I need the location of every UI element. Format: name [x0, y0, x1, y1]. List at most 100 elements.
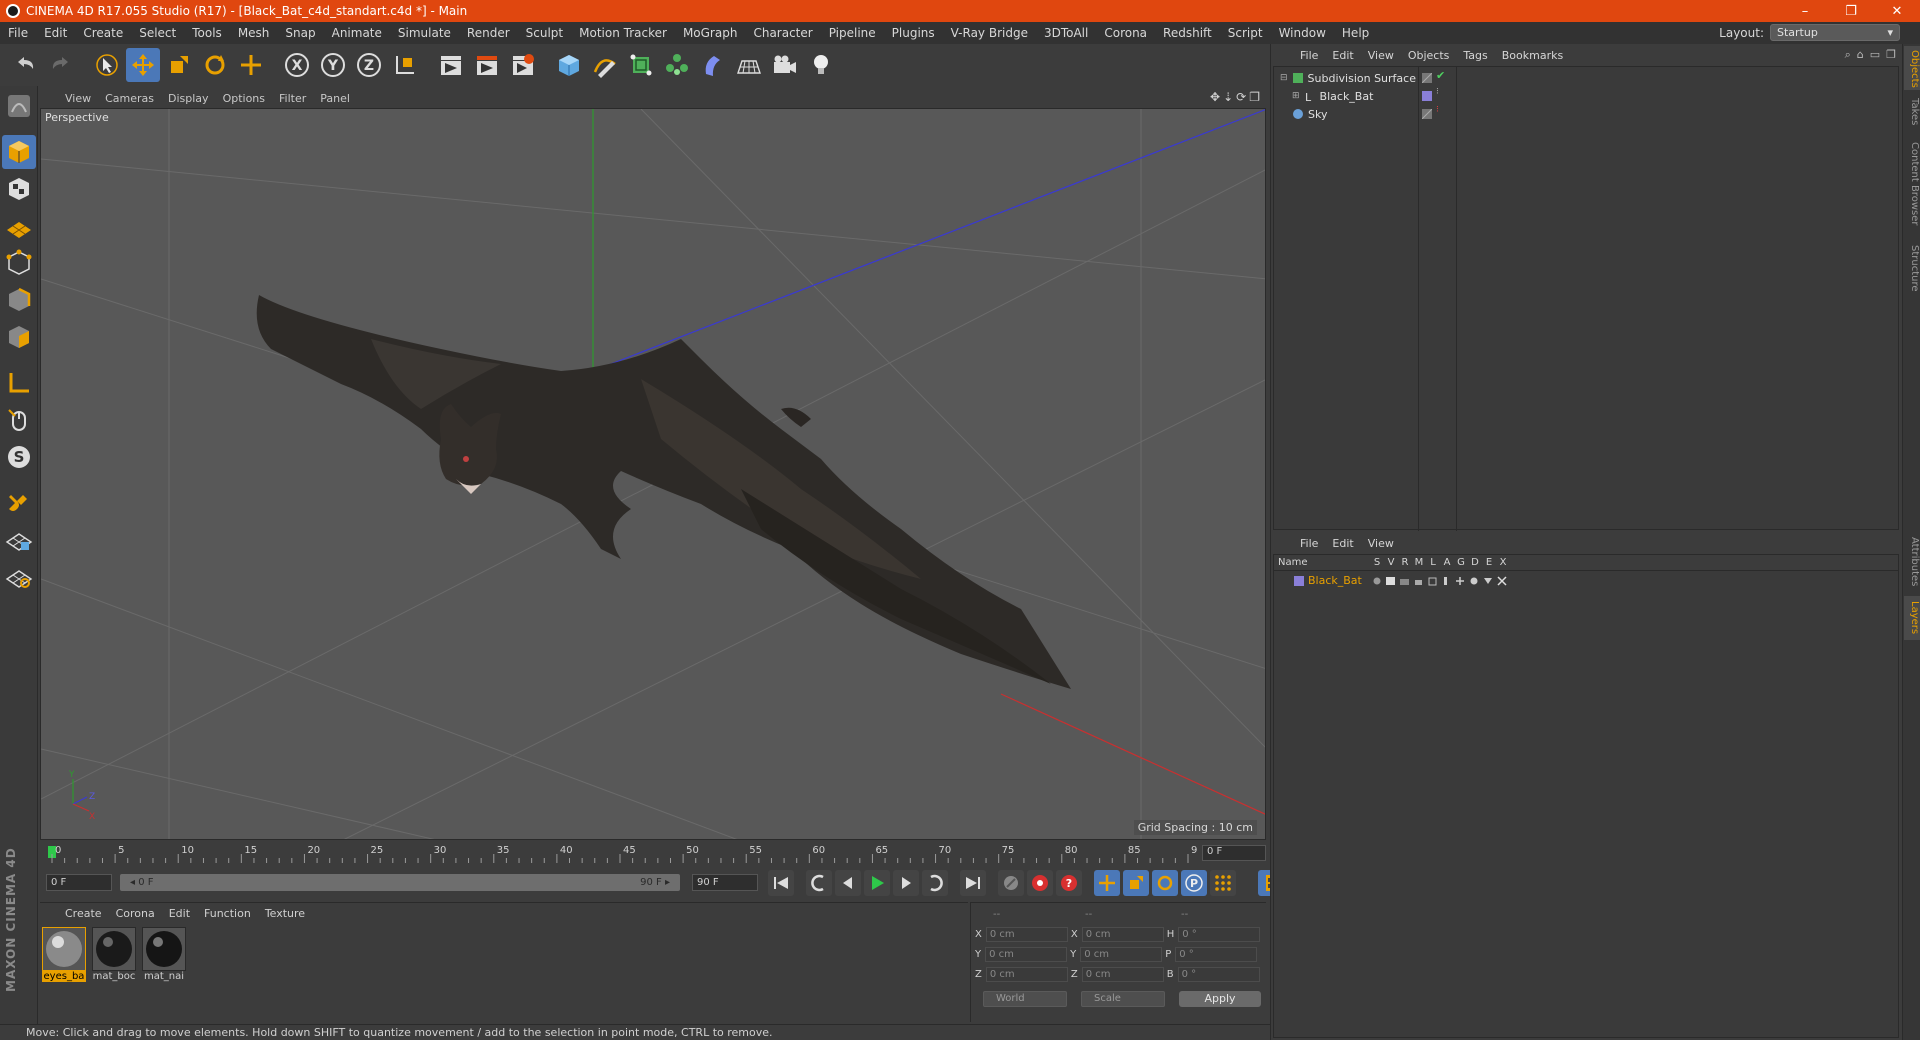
next-frame-button[interactable]: [893, 870, 919, 896]
z-axis-lock-button[interactable]: Z: [352, 48, 386, 82]
points-mode-button[interactable]: [2, 246, 36, 280]
layers-menu-file[interactable]: File: [1293, 537, 1325, 550]
current-frame-field[interactable]: 0 F: [1202, 845, 1266, 861]
rotation-h-field[interactable]: 0 °: [1178, 927, 1261, 942]
tab-structure[interactable]: Structure: [1904, 238, 1920, 298]
visibility-dots-icon[interactable]: ⁝: [1436, 105, 1439, 115]
add-environment-button[interactable]: [732, 48, 766, 82]
size-x-field[interactable]: 0 cm: [1081, 927, 1164, 942]
collapse-icon[interactable]: ▭: [1870, 48, 1880, 62]
tweak-mode-button[interactable]: [2, 403, 36, 437]
layers-menu-edit[interactable]: Edit: [1325, 537, 1360, 550]
menu-tools[interactable]: Tools: [184, 26, 230, 40]
orbit-icon[interactable]: ⟳: [1236, 90, 1246, 104]
go-to-start-button[interactable]: [768, 870, 794, 896]
visibility-dots-icon[interactable]: ⁝: [1436, 87, 1439, 97]
material-item[interactable]: mat_boc: [92, 927, 136, 982]
timeline-ruler[interactable]: 0 5 10 15 20 25 30 35 40 45 50 55 60 65 70 75 80 85 90 0 F: [40, 842, 1266, 864]
layer-row[interactable]: Black_Bat: [1274, 573, 1900, 589]
key-rotation-button[interactable]: [1152, 870, 1178, 896]
play-button[interactable]: [864, 870, 890, 896]
perspective-viewport[interactable]: Y Z X Perspective Grid Spacing : 10 cm: [40, 108, 1266, 840]
add-cube-button[interactable]: [552, 48, 586, 82]
move-tool-button[interactable]: [126, 48, 160, 82]
preview-range-slider[interactable]: ◂ 0 F 90 F ▸: [120, 874, 680, 891]
object-row[interactable]: ⊞ L Black_Bat ⁝: [1274, 87, 1900, 105]
axis-mode-button[interactable]: [2, 366, 36, 400]
menu-help[interactable]: Help: [1334, 26, 1377, 40]
render-settings-button[interactable]: [506, 48, 540, 82]
menu-3dtoall[interactable]: 3DToAll: [1036, 26, 1096, 40]
menu-render[interactable]: Render: [459, 26, 518, 40]
tab-layers[interactable]: Layers: [1904, 596, 1920, 640]
layer-swatch-icon[interactable]: [1422, 73, 1432, 83]
maximize-button[interactable]: ❐: [1828, 0, 1874, 22]
objects-menu-edit[interactable]: Edit: [1325, 49, 1360, 62]
add-spline-button[interactable]: [588, 48, 622, 82]
size-y-field[interactable]: 0 cm: [1080, 947, 1163, 962]
menu-animate[interactable]: Animate: [324, 26, 390, 40]
objects-menu-objects[interactable]: Objects: [1401, 49, 1457, 62]
menu-simulate[interactable]: Simulate: [390, 26, 459, 40]
next-key-button[interactable]: [922, 870, 948, 896]
menu-corona[interactable]: Corona: [1096, 26, 1155, 40]
material-menu-edit[interactable]: Edit: [162, 907, 197, 920]
size-mode-dropdown[interactable]: Scale: [1081, 991, 1165, 1007]
enabled-check-icon[interactable]: ✔: [1436, 69, 1445, 82]
viewport-menu-view[interactable]: View: [58, 92, 98, 105]
material-menu-corona[interactable]: Corona: [109, 907, 162, 920]
minimize-button[interactable]: –: [1782, 0, 1828, 22]
menu-plugins[interactable]: Plugins: [884, 26, 943, 40]
menu-pipeline[interactable]: Pipeline: [821, 26, 884, 40]
menu-snap[interactable]: Snap: [277, 26, 323, 40]
edges-mode-button[interactable]: [2, 283, 36, 317]
menu-character[interactable]: Character: [745, 26, 820, 40]
coordinate-mode-dropdown[interactable]: World: [983, 991, 1067, 1007]
autokey-button[interactable]: ?: [1056, 870, 1082, 896]
viewport-menu-options[interactable]: Options: [216, 92, 272, 105]
tab-attributes[interactable]: Attributes: [1904, 532, 1920, 592]
previous-frame-button[interactable]: [835, 870, 861, 896]
planar-workplane-button[interactable]: [2, 560, 36, 594]
live-selection-button[interactable]: [90, 48, 124, 82]
size-z-field[interactable]: 0 cm: [1081, 967, 1164, 982]
position-z-field[interactable]: 0 cm: [985, 967, 1068, 982]
viewport-menu-display[interactable]: Display: [161, 92, 216, 105]
apply-button[interactable]: Apply: [1179, 991, 1261, 1007]
menu-mesh[interactable]: Mesh: [230, 26, 278, 40]
position-x-field[interactable]: 0 cm: [985, 927, 1068, 942]
render-picture-viewer-button[interactable]: [470, 48, 504, 82]
pan-icon[interactable]: ✥: [1210, 90, 1220, 104]
menu-script[interactable]: Script: [1220, 26, 1271, 40]
scale-tool-button[interactable]: [162, 48, 196, 82]
viewport-menu-filter[interactable]: Filter: [272, 92, 313, 105]
key-point-level-button[interactable]: [1210, 870, 1236, 896]
menu-motion-tracker[interactable]: Motion Tracker: [571, 26, 675, 40]
material-menu-create[interactable]: Create: [58, 907, 109, 920]
material-item[interactable]: eyes_ba: [42, 927, 86, 982]
start-frame-field[interactable]: 0 F: [46, 874, 112, 891]
maximize-view-icon[interactable]: ❐: [1249, 90, 1260, 104]
lock-workplane-button[interactable]: [2, 523, 36, 557]
enable-snap-button[interactable]: [2, 486, 36, 520]
polygons-mode-button[interactable]: [2, 320, 36, 354]
objects-menu-view[interactable]: View: [1361, 49, 1401, 62]
close-button[interactable]: ✕: [1874, 0, 1920, 22]
layer-color-icon[interactable]: [1422, 91, 1432, 101]
search-icon[interactable]: ⌕: [1845, 48, 1851, 62]
rotation-b-field[interactable]: 0 °: [1177, 967, 1260, 982]
layer-swatch-icon[interactable]: [1422, 109, 1432, 119]
position-y-field[interactable]: 0 cm: [985, 947, 1068, 962]
key-scale-button[interactable]: [1123, 870, 1149, 896]
undo-button[interactable]: [8, 48, 42, 82]
rotate-tool-button[interactable]: [198, 48, 232, 82]
layout-dropdown[interactable]: Startup ▾: [1770, 24, 1900, 41]
menu-window[interactable]: Window: [1271, 26, 1334, 40]
tab-takes[interactable]: Takes: [1904, 94, 1920, 130]
render-view-button[interactable]: [434, 48, 468, 82]
workplane-mode-button[interactable]: [2, 209, 36, 243]
menu-redshift[interactable]: Redshift: [1155, 26, 1220, 40]
viewport-menu-panel[interactable]: Panel: [313, 92, 357, 105]
dolly-icon[interactable]: ⇣: [1223, 90, 1233, 104]
tab-objects[interactable]: Objects: [1904, 46, 1920, 90]
